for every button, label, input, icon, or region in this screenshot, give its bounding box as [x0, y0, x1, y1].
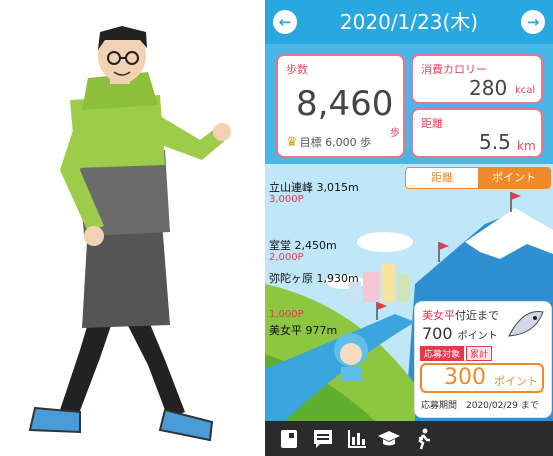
milestone-points: 2,000P	[269, 252, 304, 263]
distance-value: 5.5	[479, 130, 511, 154]
next-goal-points-unit: ポイント	[457, 331, 498, 342]
milestone-points: 1,000P	[269, 309, 304, 320]
next-goal-card: 美女平付近まで 700 ポイント 応募対象 累計 300 ポイント 応募期間 2…	[414, 301, 552, 418]
next-goal-place: 美女平	[422, 309, 455, 322]
total-points-unit: ポイント	[494, 375, 538, 388]
arrow-right-icon: →	[526, 13, 540, 31]
prev-day-button[interactable]: ←	[273, 10, 297, 34]
steps-value: 8,460	[296, 84, 394, 124]
milestone-name: 立山連峰 3,015m	[269, 181, 359, 194]
current-date: 2020/1/23(木)	[339, 10, 479, 34]
apply-target-tag: 応募対象	[420, 346, 465, 361]
crown-icon: ♛	[286, 135, 298, 150]
chart-icon[interactable]	[345, 427, 369, 451]
milestone-name: 室堂 2,450m	[269, 239, 337, 252]
total-points-value: 300	[444, 365, 486, 390]
application-period: 応募期間 2020/02/29 まで	[421, 401, 539, 411]
view-toggle: 距離 ポイント	[405, 167, 551, 189]
next-goal-points-value: 700	[422, 324, 453, 343]
calories-value: 280	[469, 76, 508, 100]
arrow-left-icon: ←	[278, 13, 292, 31]
next-goal-title-rest: 付近まで	[455, 309, 499, 322]
stats-panel: 歩数 8,460 歩 ♛ 目標 6,000 歩 消費カロリー 280 kcal 距…	[265, 44, 553, 164]
toggle-points[interactable]: ポイント	[478, 168, 550, 188]
milestone-points: 3,000P	[269, 194, 304, 205]
steps-label: 歩数	[286, 63, 308, 76]
distance-unit: km	[517, 139, 536, 153]
milestone-name: 弥陀ヶ原 1,930m	[269, 272, 359, 285]
course-map: 距離 ポイント 立山連峰 3,015m 3,000P 室堂 2,450m 2,0…	[265, 164, 553, 421]
toggle-distance[interactable]: 距離	[406, 168, 478, 188]
app-screen: ← 2020/1/23(木) → 歩数 8,460 歩 ♛ 目標 6,000 歩 …	[265, 0, 553, 456]
total-points-box: 300 ポイント	[420, 363, 544, 393]
graduation-cap-icon[interactable]	[377, 427, 401, 451]
next-goal-title: 美女平付近まで	[422, 307, 499, 323]
steps-unit: 歩	[390, 128, 400, 139]
steps-card: 歩数 8,460 歩 ♛ 目標 6,000 歩	[276, 54, 405, 158]
calories-label: 消費カロリー	[421, 63, 487, 76]
distance-label: 距離	[421, 117, 443, 130]
steps-goal-text: 目標 6,000 歩	[299, 136, 372, 149]
walking-man-illustration	[28, 26, 231, 442]
total-tag: 累計	[466, 346, 493, 361]
next-day-button[interactable]: →	[521, 10, 545, 34]
calories-card: 消費カロリー 280 kcal	[411, 54, 543, 104]
fish-icon	[508, 311, 544, 337]
next-goal-points: 700 ポイント	[422, 324, 498, 343]
notebook-icon[interactable]	[277, 427, 301, 451]
bottom-nav	[265, 421, 553, 456]
walking-icon[interactable]	[411, 427, 435, 451]
steps-goal: ♛ 目標 6,000 歩	[286, 134, 371, 150]
memo-icon[interactable]	[311, 427, 335, 451]
milestone-name: 美女平 977m	[269, 324, 338, 337]
distance-card: 距離 5.5 km	[411, 108, 543, 158]
date-header: ← 2020/1/23(木) →	[265, 0, 553, 44]
calories-unit: kcal	[515, 85, 536, 96]
